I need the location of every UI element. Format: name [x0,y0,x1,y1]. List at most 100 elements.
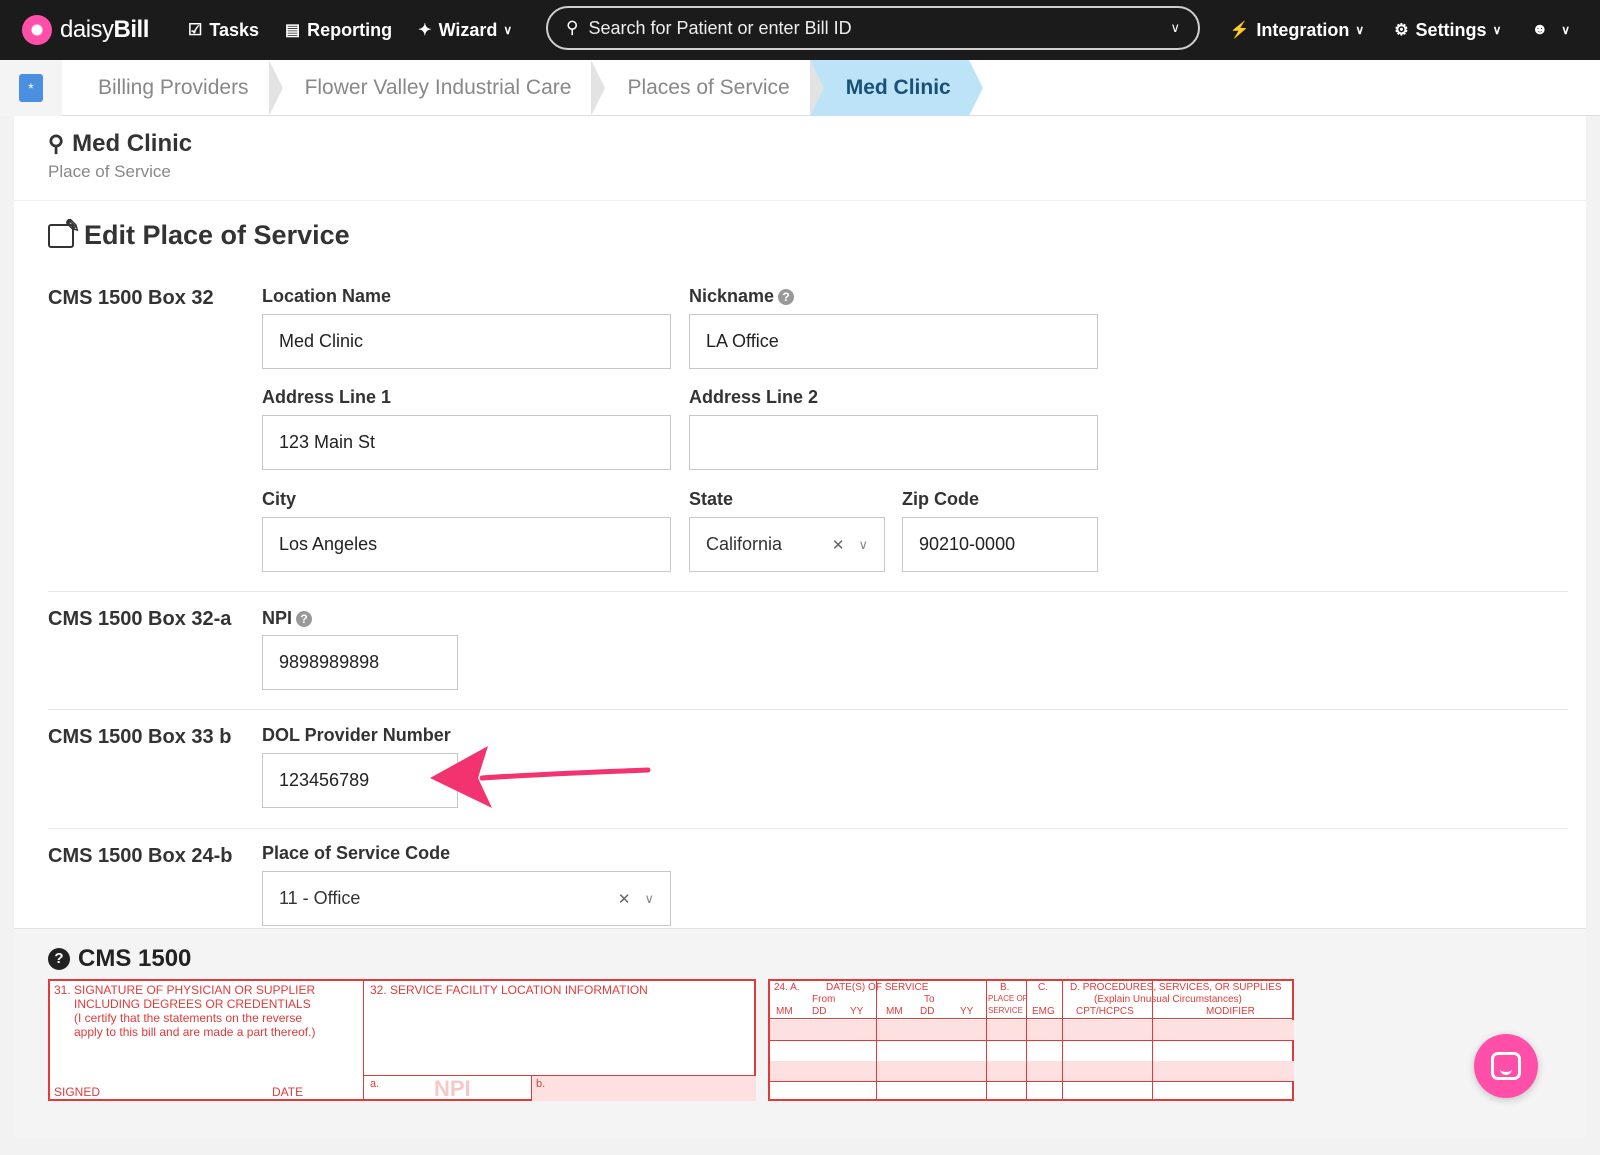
pos-code-label: Place of Service Code [262,843,451,863]
box24-place-of: PLACE OF [988,994,1028,1003]
box24-line [770,1081,1294,1082]
nav-reporting-label: Reporting [307,19,393,40]
box24-to: To [924,994,935,1005]
box24-mm2: MM [886,1006,903,1017]
box24-b: B. [1000,982,1010,993]
divider [48,709,1568,710]
nav-wizard[interactable]: ✦ Wizard ∨ [418,20,512,41]
address2-input[interactable] [689,415,1098,470]
cms-1500-panel: ? CMS 1500 31. SIGNATURE OF PHYSICIAN OR… [14,928,1586,1138]
nav-integration[interactable]: ⚡ Integration ∨ [1229,20,1364,41]
clipboard-icon: ☑ [188,22,203,39]
nav-tasks-label: Tasks [209,19,260,40]
nickname-input[interactable]: LA Office [689,314,1098,369]
brand-name-light: daisy [60,16,114,43]
box31-line: INCLUDING DEGREES OR CREDENTIALS [74,997,311,1011]
cms-box32a: a. NPI [364,1075,532,1101]
edit-icon [48,216,80,248]
dol-input[interactable]: 123456789 [262,753,458,808]
clear-icon[interactable]: ✕ [832,536,845,554]
zip-label: Zip Code [902,489,979,509]
chevron-down-icon[interactable]: ∨ [858,537,868,553]
home-icon[interactable]: * [0,59,62,116]
box24-d: D. PROCEDURES, SERVICES, OR SUPPLIES [1070,982,1282,993]
chat-icon [1491,1052,1521,1080]
divider [48,828,1568,829]
brand-logo[interactable]: daisyBill [22,15,162,45]
box24-yy2: YY [960,1006,974,1017]
magic-wand-icon: ✦ [418,22,432,39]
npi-input[interactable]: 9898989898 [262,635,458,690]
section-label-box32: CMS 1500 Box 32 [48,287,214,309]
chevron-down-icon[interactable]: ∨ [1170,20,1180,36]
box24-line [770,1040,1294,1041]
page-header: ⚲ Med Clinic Place of Service [14,116,1586,201]
cms-form-box24: 24. A. DATE(S) OF SERVICE From To MM DD … [768,979,1294,1101]
chevron-down-icon[interactable]: ∨ [644,891,654,907]
top-nav: daisyBill ☑ Tasks ▤ Reporting ✦ Wizard ∨… [0,0,1600,60]
section-label-box32a: CMS 1500 Box 32-a [48,608,232,630]
box32a-label: a. [370,1078,380,1090]
pos-code-value: 11 - Office [279,888,361,908]
help-icon[interactable]: ? [296,611,313,627]
cms-box32: 32. SERVICE FACILITY LOCATION INFORMATIO… [370,983,648,997]
city-label: City [262,489,297,509]
clear-icon[interactable]: ✕ [618,890,631,908]
box24-col [1152,981,1153,1101]
user-menu[interactable]: ☻ ∨ [1531,21,1570,39]
box31-signed: SIGNED [54,1085,101,1099]
zip-input[interactable]: 90210-0000 [902,517,1098,572]
cms-form-box31-32: 31. SIGNATURE OF PHYSICIAN OR SUPPLIER I… [48,979,756,1101]
search-placeholder[interactable]: Search for Patient or enter Bill ID [588,18,1170,39]
section-label-box33b: CMS 1500 Box 33 b [48,726,232,748]
search-icon: ⚲ [566,18,579,37]
map-pin-icon: ⚲ [48,131,65,156]
help-icon[interactable]: ? [778,289,795,305]
box24-c: C. [1038,982,1048,993]
box31-date: DATE [272,1085,304,1099]
nav-settings-label: Settings [1415,19,1487,40]
box24-col [1062,981,1063,1101]
breadcrumb-provider[interactable]: Flower Valley Industrial Care [269,59,606,116]
breadcrumb-billing-providers[interactable]: Billing Providers [62,59,283,116]
cms-box32b: b. [532,1075,756,1101]
gear-icon: ⚙ [1394,22,1409,39]
box24-cpt: CPT/HCPCS [1076,1006,1134,1017]
box24-explain: (Explain Unusual Circumstances) [1094,994,1242,1005]
dol-label: DOL Provider Number [262,725,451,745]
pos-code-select[interactable]: 11 - Office ✕ ∨ [262,871,671,926]
brand-name-bold: Bill [113,16,150,43]
page-title: Med Clinic [72,130,193,157]
breadcrumb-places-of-service[interactable]: Places of Service [591,59,824,116]
daisy-logo-icon [22,15,52,45]
chevron-down-icon: ∨ [1492,23,1502,37]
chevron-down-icon: ∨ [503,23,513,37]
location-name-input[interactable]: Med Clinic [262,314,671,369]
chat-launcher[interactable] [1474,1034,1538,1098]
breadcrumb-current: Med Clinic [809,59,983,116]
box24-row-band [770,1061,1294,1081]
bar-chart-icon: ▤ [285,22,301,39]
address1-input[interactable]: 123 Main St [262,415,671,470]
nav-reporting[interactable]: ▤ Reporting [285,20,392,41]
location-name-label: Location Name [262,286,392,306]
user-circle-icon: ☻ [1531,21,1549,38]
box24-emg: EMG [1032,1006,1055,1017]
box31-line: apply to this bill and are made a part t… [74,1025,316,1039]
box24-mm1: MM [776,1006,793,1017]
box24-col [876,981,877,1101]
state-select[interactable]: California ✕ ∨ [689,517,885,572]
page-subtitle: Place of Service [48,162,171,181]
box24-col [1026,981,1027,1101]
box31-line: 31. SIGNATURE OF PHYSICIAN OR SUPPLIER [54,983,316,997]
nav-tasks[interactable]: ☑ Tasks [188,20,259,41]
box24-a: 24. A. [774,982,800,993]
city-input[interactable]: Los Angeles [262,517,671,572]
nav-settings[interactable]: ⚙ Settings ∨ [1394,20,1501,41]
search-bar[interactable]: ⚲ Search for Patient or enter Bill ID ∨ [546,6,1200,50]
edit-section-title: Edit Place of Service [84,220,350,250]
chevron-down-icon: ∨ [1355,23,1365,37]
box24-col [986,981,987,1101]
npi-label: NPI [262,608,293,628]
box24-row-band [770,1020,1294,1040]
